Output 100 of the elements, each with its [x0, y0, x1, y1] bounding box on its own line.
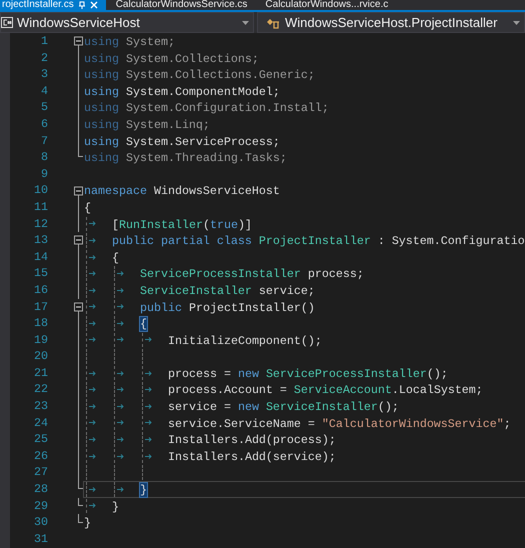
tab-arrow-icon — [117, 288, 124, 293]
code-line: using System.Threading.Tasks; — [84, 150, 287, 165]
collapse-icon[interactable] — [74, 186, 83, 196]
code-line: namespace WindowsServiceHost — [84, 183, 280, 198]
tab-arrow-icon — [117, 454, 124, 459]
tab-arrow-icon — [145, 420, 152, 426]
collapse-icon[interactable] — [74, 302, 83, 312]
code-line: using System.Linq; — [84, 116, 210, 132]
tab-arrow-icon — [89, 437, 96, 442]
line-number: 17 — [33, 298, 48, 316]
collapse-icon[interactable] — [74, 236, 83, 245]
line-number: 1 — [40, 33, 48, 50]
line-number: 10 — [33, 182, 48, 199]
code-line: using System; — [84, 34, 175, 49]
line-number: 8 — [40, 149, 48, 166]
tab-arrow-icon — [145, 454, 152, 459]
tab-arrow-icon — [89, 254, 96, 260]
code-line: [RunInstaller(true)] — [112, 216, 252, 232]
line-number: 22 — [33, 381, 48, 398]
tab-arrow-icon — [89, 486, 96, 492]
tab-arrow-icon — [117, 304, 124, 310]
tab-arrow-icon — [117, 271, 124, 276]
line-number: 27 — [33, 464, 48, 482]
line-number: 31 — [33, 530, 48, 548]
line-number: 9 — [40, 166, 48, 182]
tab-arrow-icon — [89, 221, 96, 226]
line-number: 26 — [33, 448, 48, 464]
line-number: 25 — [33, 431, 48, 448]
line-number: 23 — [33, 398, 48, 415]
code-line: using System.Collections; — [84, 50, 259, 66]
line-number: 4 — [40, 82, 48, 100]
file-tab[interactable]: CalculatorWindowsService.cs — [114, 0, 256, 10]
code-line: ServiceInstaller service; — [140, 282, 315, 298]
code-line: service.ServiceName = "CalculatorWindowsService"; — [168, 416, 511, 430]
tab-arrow-icon — [89, 420, 96, 426]
code-line: public partial class ProjectInstaller : System.Configuratio — [112, 233, 525, 248]
class-icon — [266, 16, 280, 28]
tab-arrow-icon — [89, 288, 96, 293]
code-line: process = new ServiceProcessInstaller(); — [168, 366, 448, 380]
tab-arrow-icon — [89, 387, 96, 392]
tab-arrow-icon — [117, 404, 124, 409]
line-number: 19 — [33, 332, 48, 348]
code-line: ServiceProcessInstaller process; — [140, 266, 364, 281]
code-line: Installers.Add(process); — [168, 432, 336, 447]
tab-arrow-icon — [145, 370, 152, 376]
tab-arrow-icon — [117, 486, 124, 492]
tab-arrow-icon — [117, 420, 124, 426]
code-line: Installers.Add(service); — [168, 448, 336, 464]
dropdown-caret-icon — [513, 20, 520, 24]
line-number: 13 — [33, 232, 48, 249]
csharp-file-icon — [1, 17, 13, 28]
line-number: 3 — [40, 66, 48, 83]
tab-arrow-icon — [145, 437, 152, 442]
line-number: 2 — [40, 50, 48, 66]
collapse-icon[interactable] — [74, 36, 83, 46]
tab-arrow-icon — [117, 437, 124, 442]
code-line: } — [84, 515, 91, 530]
line-number: 20 — [33, 348, 48, 365]
tab-arrow-icon — [89, 454, 96, 459]
tab-arrow-icon — [89, 370, 96, 376]
tab-arrow-icon — [117, 387, 124, 392]
tab-arrow-icon — [145, 387, 152, 392]
code-line: process.Account = ServiceAccount.LocalSystem; — [168, 382, 483, 398]
tab-arrow-icon — [117, 337, 124, 342]
project-dropdown[interactable]: WindowsServiceHost — [0, 12, 254, 33]
line-number: 11 — [33, 198, 48, 216]
line-number: 12 — [33, 216, 48, 232]
line-number: 6 — [40, 116, 48, 133]
tab-arrow-icon — [89, 503, 96, 508]
dropdown-caret-icon — [242, 20, 249, 24]
tab-arrow-icon — [117, 370, 124, 376]
code-line: using System.ComponentModel; — [84, 84, 280, 98]
member-dropdown[interactable]: WindowsServiceHost.ProjectInstaller — [257, 12, 525, 33]
line-number: 29 — [33, 498, 48, 514]
code-line: InitializeComponent(); — [168, 332, 322, 348]
tab-arrow-icon — [117, 320, 124, 326]
close-icon[interactable] — [90, 1, 98, 9]
tab-arrow-icon — [89, 320, 96, 326]
tab-arrow-icon — [89, 238, 96, 243]
code-line: { — [112, 250, 119, 264]
line-number: 14 — [33, 248, 48, 266]
tab-arrow-icon — [145, 404, 152, 409]
line-number: 5 — [40, 99, 48, 116]
code-line: using System.Collections.Generic; — [84, 67, 315, 82]
tab-arrow-icon — [89, 404, 96, 409]
tab-arrow-icon — [145, 337, 152, 342]
line-number: 28 — [33, 481, 48, 498]
code-line: using System.ServiceProcess; — [84, 134, 280, 148]
code-line: using System.Configuration.Install; — [84, 100, 329, 115]
line-number: 18 — [33, 315, 48, 332]
file-tab[interactable]: CalculatorWindows...rvice.c — [263, 0, 396, 10]
file-tab[interactable]: rojectInstaller.cs — [0, 0, 106, 10]
code-line: { — [84, 200, 91, 215]
tab-arrow-icon — [89, 337, 96, 342]
code-line: service = new ServiceInstaller(); — [168, 399, 399, 414]
code-line: public ProjectInstaller() — [140, 300, 315, 314]
line-number: 15 — [33, 265, 48, 282]
pin-icon[interactable] — [78, 1, 86, 9]
line-number: 24 — [33, 414, 48, 432]
tab-arrow-icon — [89, 271, 96, 276]
